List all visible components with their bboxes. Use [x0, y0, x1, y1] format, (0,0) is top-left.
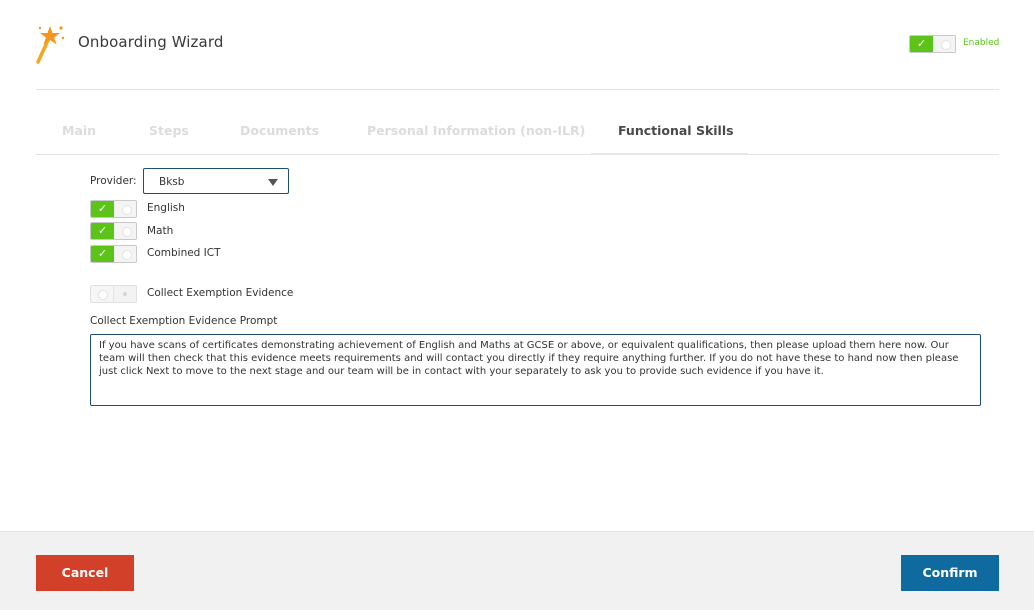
magic-wand-icon [36, 26, 65, 64]
toggle-knob [115, 246, 136, 262]
check-icon: ✓ [910, 36, 933, 52]
provider-value: Bksb [159, 176, 185, 188]
enabled-label: Enabled [963, 38, 1000, 48]
check-icon: ✓ [91, 246, 114, 262]
wizard-enabled-toggle[interactable]: ✓ [909, 35, 956, 53]
combined-ict-label: Combined ICT [147, 247, 221, 259]
page-title: Onboarding Wizard [78, 33, 224, 51]
tab-documents[interactable]: Documents [240, 123, 319, 138]
page-header: Onboarding Wizard ✓ Enabled [0, 0, 1034, 90]
tab-functional-skills[interactable]: Functional Skills [618, 123, 734, 138]
collect-exemption-toggle[interactable] [90, 285, 137, 303]
provider-select[interactable]: Bksb [143, 168, 289, 194]
collect-exemption-label: Collect Exemption Evidence [147, 287, 294, 299]
tab-bar: Main Steps Documents Personal Informatio… [36, 107, 999, 155]
footer-bar: Cancel Confirm [0, 531, 1034, 610]
math-toggle[interactable]: ✓ [90, 222, 137, 240]
toggle-dot [123, 292, 127, 296]
active-tab-indicator [591, 153, 748, 155]
tab-steps[interactable]: Steps [149, 123, 189, 138]
combined-ict-toggle[interactable]: ✓ [90, 245, 137, 263]
provider-label: Provider: [90, 175, 137, 187]
prompt-label: Collect Exemption Evidence Prompt [90, 315, 278, 327]
confirm-button[interactable]: Confirm [901, 555, 999, 591]
english-toggle[interactable]: ✓ [90, 200, 137, 218]
toggle-knob [115, 201, 136, 217]
tab-main[interactable]: Main [62, 123, 96, 138]
toggle-knob [115, 223, 136, 239]
header-divider [36, 89, 999, 90]
english-label: English [147, 202, 185, 214]
chevron-down-icon [268, 179, 278, 186]
check-icon: ✓ [91, 223, 114, 239]
cancel-button[interactable]: Cancel [36, 555, 134, 591]
check-icon: ✓ [91, 201, 114, 217]
math-label: Math [147, 225, 174, 237]
toggle-knob [934, 36, 955, 52]
tab-personal-information[interactable]: Personal Information (non-ILR) [367, 123, 585, 138]
toggle-knob [91, 286, 114, 302]
exemption-prompt-textarea[interactable]: If you have scans of certificates demons… [90, 334, 981, 406]
